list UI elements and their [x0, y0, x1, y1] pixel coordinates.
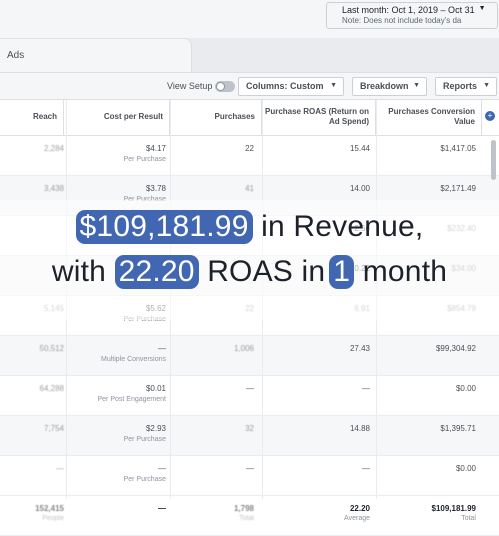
purchase-roas-cell: 14.88: [349, 424, 370, 433]
caret-down-icon: ▼: [483, 82, 490, 89]
total-reach-subtext: People: [42, 515, 64, 522]
header-purchase-roas[interactable]: Purchase ROAS (Return on Ad Spend): [262, 100, 376, 136]
cost-per-result-subtext: Per Purchase: [123, 476, 166, 483]
tab-bar: Ads: [0, 38, 499, 72]
total-conversion-value: $109,181.99: [431, 504, 477, 513]
reach-cell: 7,754: [43, 424, 64, 433]
purchase-roas-cell: 15.44: [349, 144, 370, 153]
conversion-value-cell: $0.00: [455, 464, 476, 473]
months-highlight: 1: [329, 255, 355, 289]
toggle-knob: [216, 82, 225, 91]
table-row[interactable]: 64,288 $0.01 Per Post Engagement — — $0.00: [0, 376, 499, 416]
cost-per-result-cell: $4.17: [145, 144, 166, 153]
view-setup-label: View Setup: [167, 81, 213, 91]
table-row[interactable]: 2,284 $4.17 Per Purchase 22 15.44 $1,417.05: [0, 136, 499, 176]
view-setup-toggle[interactable]: [215, 81, 235, 92]
breakdown-label: Breakdown: [360, 81, 409, 91]
purchases-cell: —: [246, 384, 254, 393]
reports-button[interactable]: Reports ▼: [435, 77, 497, 96]
cost-per-result-cell: $3.78: [145, 184, 166, 193]
purchases-cell: 41: [245, 184, 254, 193]
date-range-label: Last month: Oct 1, 2019 – Oct 31: [342, 5, 475, 15]
total-conversion-value-subtext: Total: [461, 515, 476, 522]
reach-cell: 64,288: [39, 384, 64, 393]
tab-ads[interactable]: Ads: [0, 38, 192, 72]
roas-highlight: 22.20: [114, 255, 199, 289]
header-reach[interactable]: Reach: [0, 100, 64, 136]
revenue-suffix: in Revenue,: [261, 210, 424, 243]
date-range-button[interactable]: Last month: Oct 1, 2019 – Oct 31 ▼ Note: …: [326, 2, 498, 29]
headline-line-2: with 22.20 ROAS in 1 month: [0, 255, 499, 289]
cost-per-result-cell: —: [158, 464, 166, 473]
totals-row: 152,415 People — 1,798 Total 22.20 Average $109…: [0, 496, 499, 536]
total-purchases: 1,798: [233, 504, 254, 513]
top-bar: Last month: Oct 1, 2019 – Oct 31 ▼ Note: …: [0, 0, 499, 40]
table-row[interactable]: 7,754 $2.93 Per Purchase 32 14.88 $1,395.71: [0, 416, 499, 456]
purchase-roas-cell: 14.00: [349, 184, 370, 193]
purchases-cell: 32: [245, 424, 254, 433]
total-purchases-subtext: Total: [239, 515, 254, 522]
reach-cell: 3,438: [43, 184, 64, 193]
conversion-value-cell: $1,395.71: [440, 424, 476, 433]
conversion-value-cell: $0.00: [455, 384, 476, 393]
purchases-cell: 1,006: [233, 344, 254, 353]
cost-per-result-cell: $0.01: [145, 384, 166, 393]
total-cost: —: [158, 504, 166, 513]
header-cost-per-result[interactable]: Cost per Result: [66, 100, 170, 136]
roas-text: ROAS in: [207, 255, 326, 288]
headline-prefix: with: [51, 255, 107, 288]
scrollbar[interactable]: [491, 140, 496, 180]
revenue-highlight: $109,181.99: [75, 210, 253, 244]
columns-label: Columns: Custom: [246, 81, 324, 91]
add-column-icon[interactable]: +: [485, 111, 495, 121]
purchase-roas-cell: —: [362, 464, 370, 473]
reach-cell: 50,512: [39, 344, 64, 353]
caret-down-icon: ▼: [413, 82, 420, 89]
caret-down-icon: ▼: [330, 82, 337, 89]
reports-label: Reports: [443, 81, 478, 91]
month-word: month: [362, 255, 448, 288]
chevron-down-icon: ▼: [478, 5, 486, 12]
date-range-note: Note: Does not include today's da: [342, 16, 462, 25]
table-row[interactable]: — — Per Purchase — — $0.00: [0, 456, 499, 496]
purchases-cell: —: [246, 464, 254, 473]
purchase-roas-cell: —: [362, 384, 370, 393]
cost-per-result-subtext: Per Purchase: [123, 436, 166, 443]
reach-cell: 2,284: [43, 144, 64, 153]
reach-cell: —: [56, 464, 64, 473]
cost-per-result-subtext: Per Post Engagement: [97, 396, 167, 403]
cost-per-result-subtext: Per Purchase: [123, 156, 166, 163]
header-conversion-value[interactable]: Purchases Conversion Value: [376, 100, 482, 136]
columns-button[interactable]: Columns: Custom ▼: [238, 77, 344, 96]
tab-ads-label: Ads: [7, 50, 25, 61]
table-header: Reach Cost per Result Purchases Purchase…: [0, 100, 499, 136]
headline-line-1: $109,181.99 in Revenue,: [0, 210, 499, 244]
total-roas: 22.20: [349, 504, 370, 513]
cost-per-result-cell: —: [158, 344, 166, 353]
table-toolbar: View Setup Columns: Custom ▼ Breakdown ▼ R…: [0, 72, 499, 100]
conversion-value-cell: $1,417.05: [440, 144, 476, 153]
breakdown-button[interactable]: Breakdown ▼: [352, 77, 427, 96]
table-row[interactable]: 50,512 — Multiple Conversions 1,006 27.43 $99…: [0, 336, 499, 376]
total-reach: 152,415: [35, 504, 64, 513]
purchase-roas-cell: 27.43: [349, 344, 370, 353]
total-roas-subtext: Average: [344, 515, 370, 522]
cost-per-result-cell: $2.93: [145, 424, 166, 433]
header-purchases[interactable]: Purchases: [170, 100, 262, 136]
purchases-cell: 22: [245, 144, 254, 153]
conversion-value-cell: $99,304.92: [435, 344, 476, 353]
cost-per-result-subtext: Multiple Conversions: [101, 356, 166, 363]
conversion-value-cell: $2,171.49: [440, 184, 476, 193]
